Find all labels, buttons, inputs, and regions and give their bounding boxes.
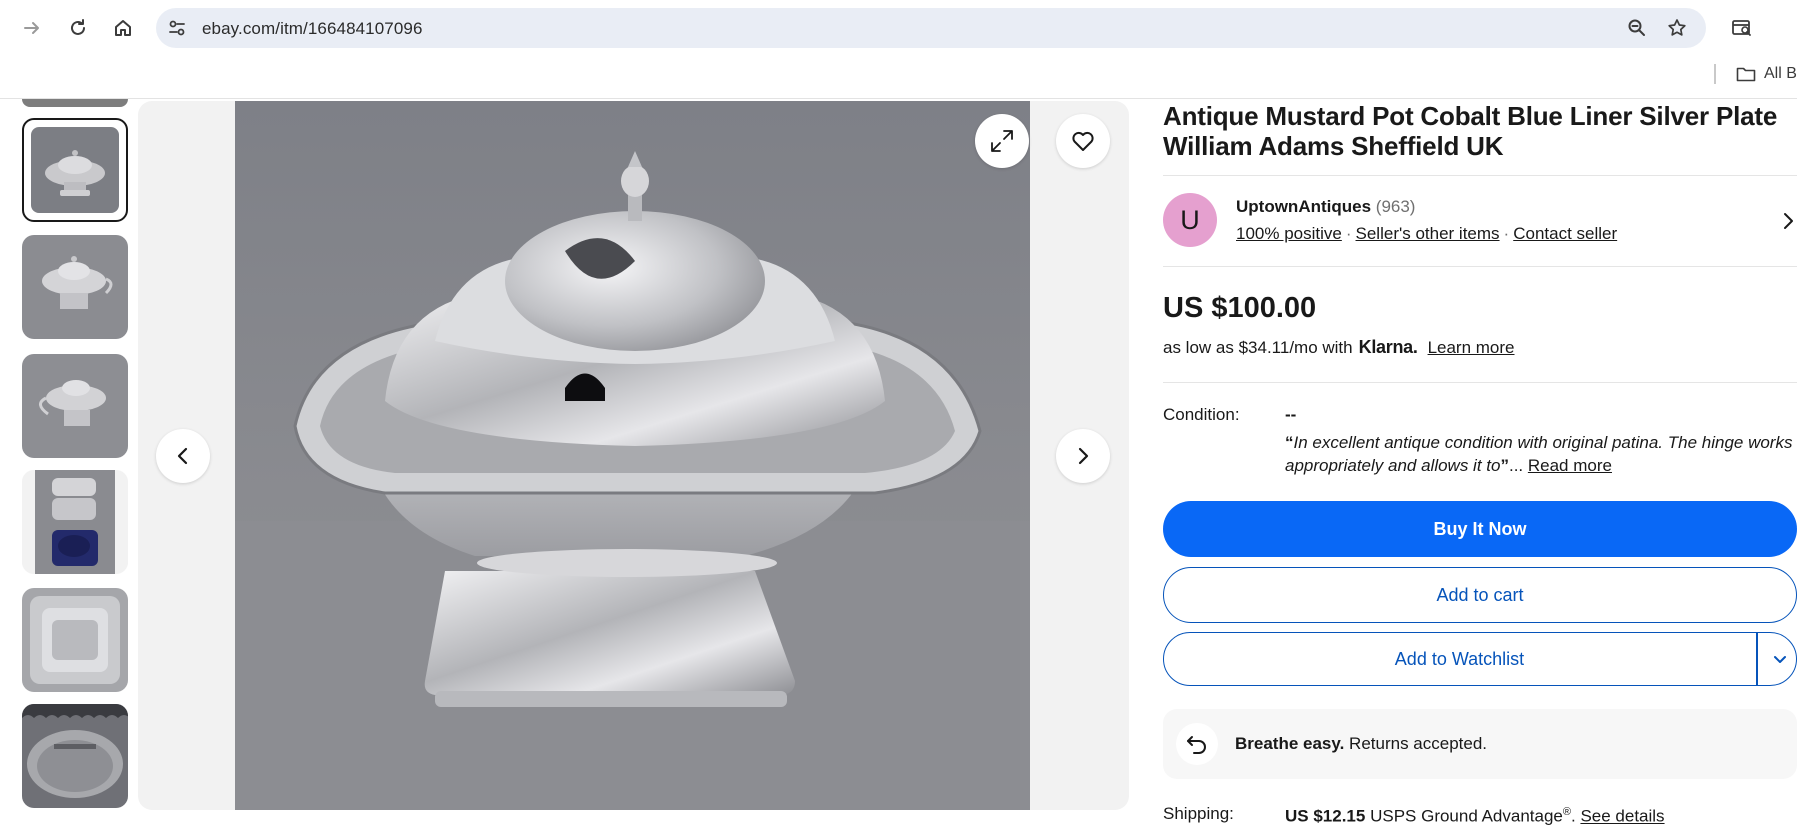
reload-button[interactable]: [62, 12, 94, 44]
close-quote: ”: [1500, 456, 1509, 475]
thumbnail-3[interactable]: [22, 354, 128, 458]
add-to-cart-button[interactable]: Add to cart: [1163, 567, 1797, 623]
condition-value: --: [1285, 405, 1297, 424]
seller-links: 100% positive · Seller's other items · Conta…: [1236, 224, 1617, 244]
seller-info: UptownAntiques (963): [1236, 197, 1415, 217]
watchlist-dropdown-button[interactable]: [1771, 650, 1789, 673]
shipping-service: USPS Ground Advantage: [1370, 806, 1563, 826]
thumbnail-image: [22, 235, 128, 339]
thumbnail-image: [22, 588, 128, 692]
tab-search-button[interactable]: [1726, 12, 1758, 44]
shipping-label: Shipping:: [1163, 804, 1234, 823]
seller-avatar[interactable]: U: [1163, 193, 1217, 247]
returns-normal-text: Returns accepted.: [1349, 734, 1488, 753]
chevron-left-icon: [177, 447, 188, 465]
financing-text: as low as $34.11/mo with: [1163, 338, 1353, 357]
condition-label: Condition:: [1163, 405, 1240, 424]
watch-heart-button[interactable]: [1056, 114, 1110, 168]
chevron-right-icon: [1784, 213, 1793, 229]
seller-feedback-count: (963): [1375, 197, 1416, 216]
bookmark-star-icon[interactable]: [1666, 17, 1688, 39]
item-price: US $100.00: [1163, 292, 1317, 324]
button-divider: [1756, 633, 1758, 685]
financing-info: as low as $34.11/mo with Klarna. Learn m…: [1163, 337, 1515, 358]
divider: [1163, 382, 1797, 383]
address-bar[interactable]: ebay.com/itm/166484107096: [156, 8, 1706, 48]
klarna-logo: Klarna.: [1358, 337, 1418, 357]
expand-icon: [991, 130, 1013, 152]
condition-description: “In excellent antique condition with ori…: [1285, 431, 1797, 477]
positive-feedback-link[interactable]: 100% positive: [1236, 224, 1342, 243]
item-title: Antique Mustard Pot Cobalt Blue Liner Si…: [1163, 101, 1778, 161]
thumbnail-image: [22, 704, 128, 808]
thumbnail-1[interactable]: [22, 118, 128, 222]
next-image-button[interactable]: [1056, 429, 1110, 483]
add-to-watchlist-button[interactable]: Add to Watchlist: [1163, 632, 1797, 686]
image-gallery: [138, 101, 1129, 810]
chevron-right-icon: [1078, 447, 1089, 465]
bookmarks-bar: All B: [1714, 60, 1797, 88]
thumbnail-4[interactable]: [22, 470, 128, 574]
returns-banner: Breathe easy. Returns accepted.: [1163, 709, 1797, 779]
bookmarks-divider: [1714, 64, 1716, 84]
divider: [1163, 266, 1797, 267]
fullscreen-button[interactable]: [975, 114, 1029, 168]
thumbnail-partial[interactable]: [22, 99, 128, 107]
seller-name[interactable]: UptownAntiques: [1236, 197, 1371, 216]
ellipsis: ...: [1508, 456, 1524, 475]
previous-image-button[interactable]: [156, 429, 210, 483]
returns-text: Breathe easy. Returns accepted.: [1235, 734, 1487, 754]
returns-bold-text: Breathe easy.: [1235, 734, 1345, 753]
separator-dot: ·: [1345, 224, 1352, 243]
learn-more-link[interactable]: Learn more: [1428, 338, 1515, 358]
read-more-link[interactable]: Read more: [1528, 456, 1612, 475]
returns-icon-wrap: [1176, 723, 1218, 765]
site-settings-icon[interactable]: [166, 17, 188, 39]
all-bookmarks-label[interactable]: All B: [1764, 65, 1797, 83]
heart-icon: [1072, 131, 1094, 151]
thumbnail-5[interactable]: [22, 588, 128, 692]
contact-seller-link[interactable]: Contact seller: [1513, 224, 1617, 243]
seller-other-items-link[interactable]: Seller's other items: [1356, 224, 1500, 243]
seller-expand-button[interactable]: [1781, 211, 1795, 236]
tab-search-icon: [1732, 20, 1751, 36]
return-arrow-icon: [1187, 736, 1206, 754]
browser-toolbar: ebay.com/itm/166484107096 All B: [0, 0, 1797, 99]
folder-icon[interactable]: [1736, 66, 1756, 82]
mustard-pot-photo: [235, 151, 1030, 810]
arrow-right-icon: [24, 22, 39, 34]
thumbnail-2[interactable]: [22, 235, 128, 339]
see-details-link[interactable]: See details: [1580, 807, 1664, 826]
main-product-image[interactable]: [235, 101, 1030, 810]
registered-mark: ®: [1562, 806, 1571, 818]
thumbnail-image: [22, 354, 128, 458]
add-to-watchlist-label[interactable]: Add to Watchlist: [1164, 649, 1755, 670]
home-button[interactable]: [107, 12, 139, 44]
reload-icon: [71, 19, 85, 35]
open-quote: “: [1285, 433, 1294, 452]
chevron-down-icon: [1774, 656, 1786, 663]
thumbnail-image: [22, 470, 128, 574]
url-text[interactable]: ebay.com/itm/166484107096: [202, 19, 423, 39]
buy-it-now-button[interactable]: Buy It Now: [1163, 501, 1797, 557]
separator-dot: ·: [1503, 224, 1510, 243]
home-icon: [115, 20, 131, 36]
shipping-cost: US $12.15: [1285, 806, 1366, 826]
divider: [1163, 175, 1797, 176]
forward-button[interactable]: [16, 12, 48, 44]
zoom-icon[interactable]: [1626, 17, 1648, 39]
thumbnail-image: [31, 127, 119, 213]
thumbnail-6[interactable]: [22, 704, 128, 808]
shipping-info: US $12.15 USPS Ground Advantage®. See de…: [1285, 806, 1665, 826]
